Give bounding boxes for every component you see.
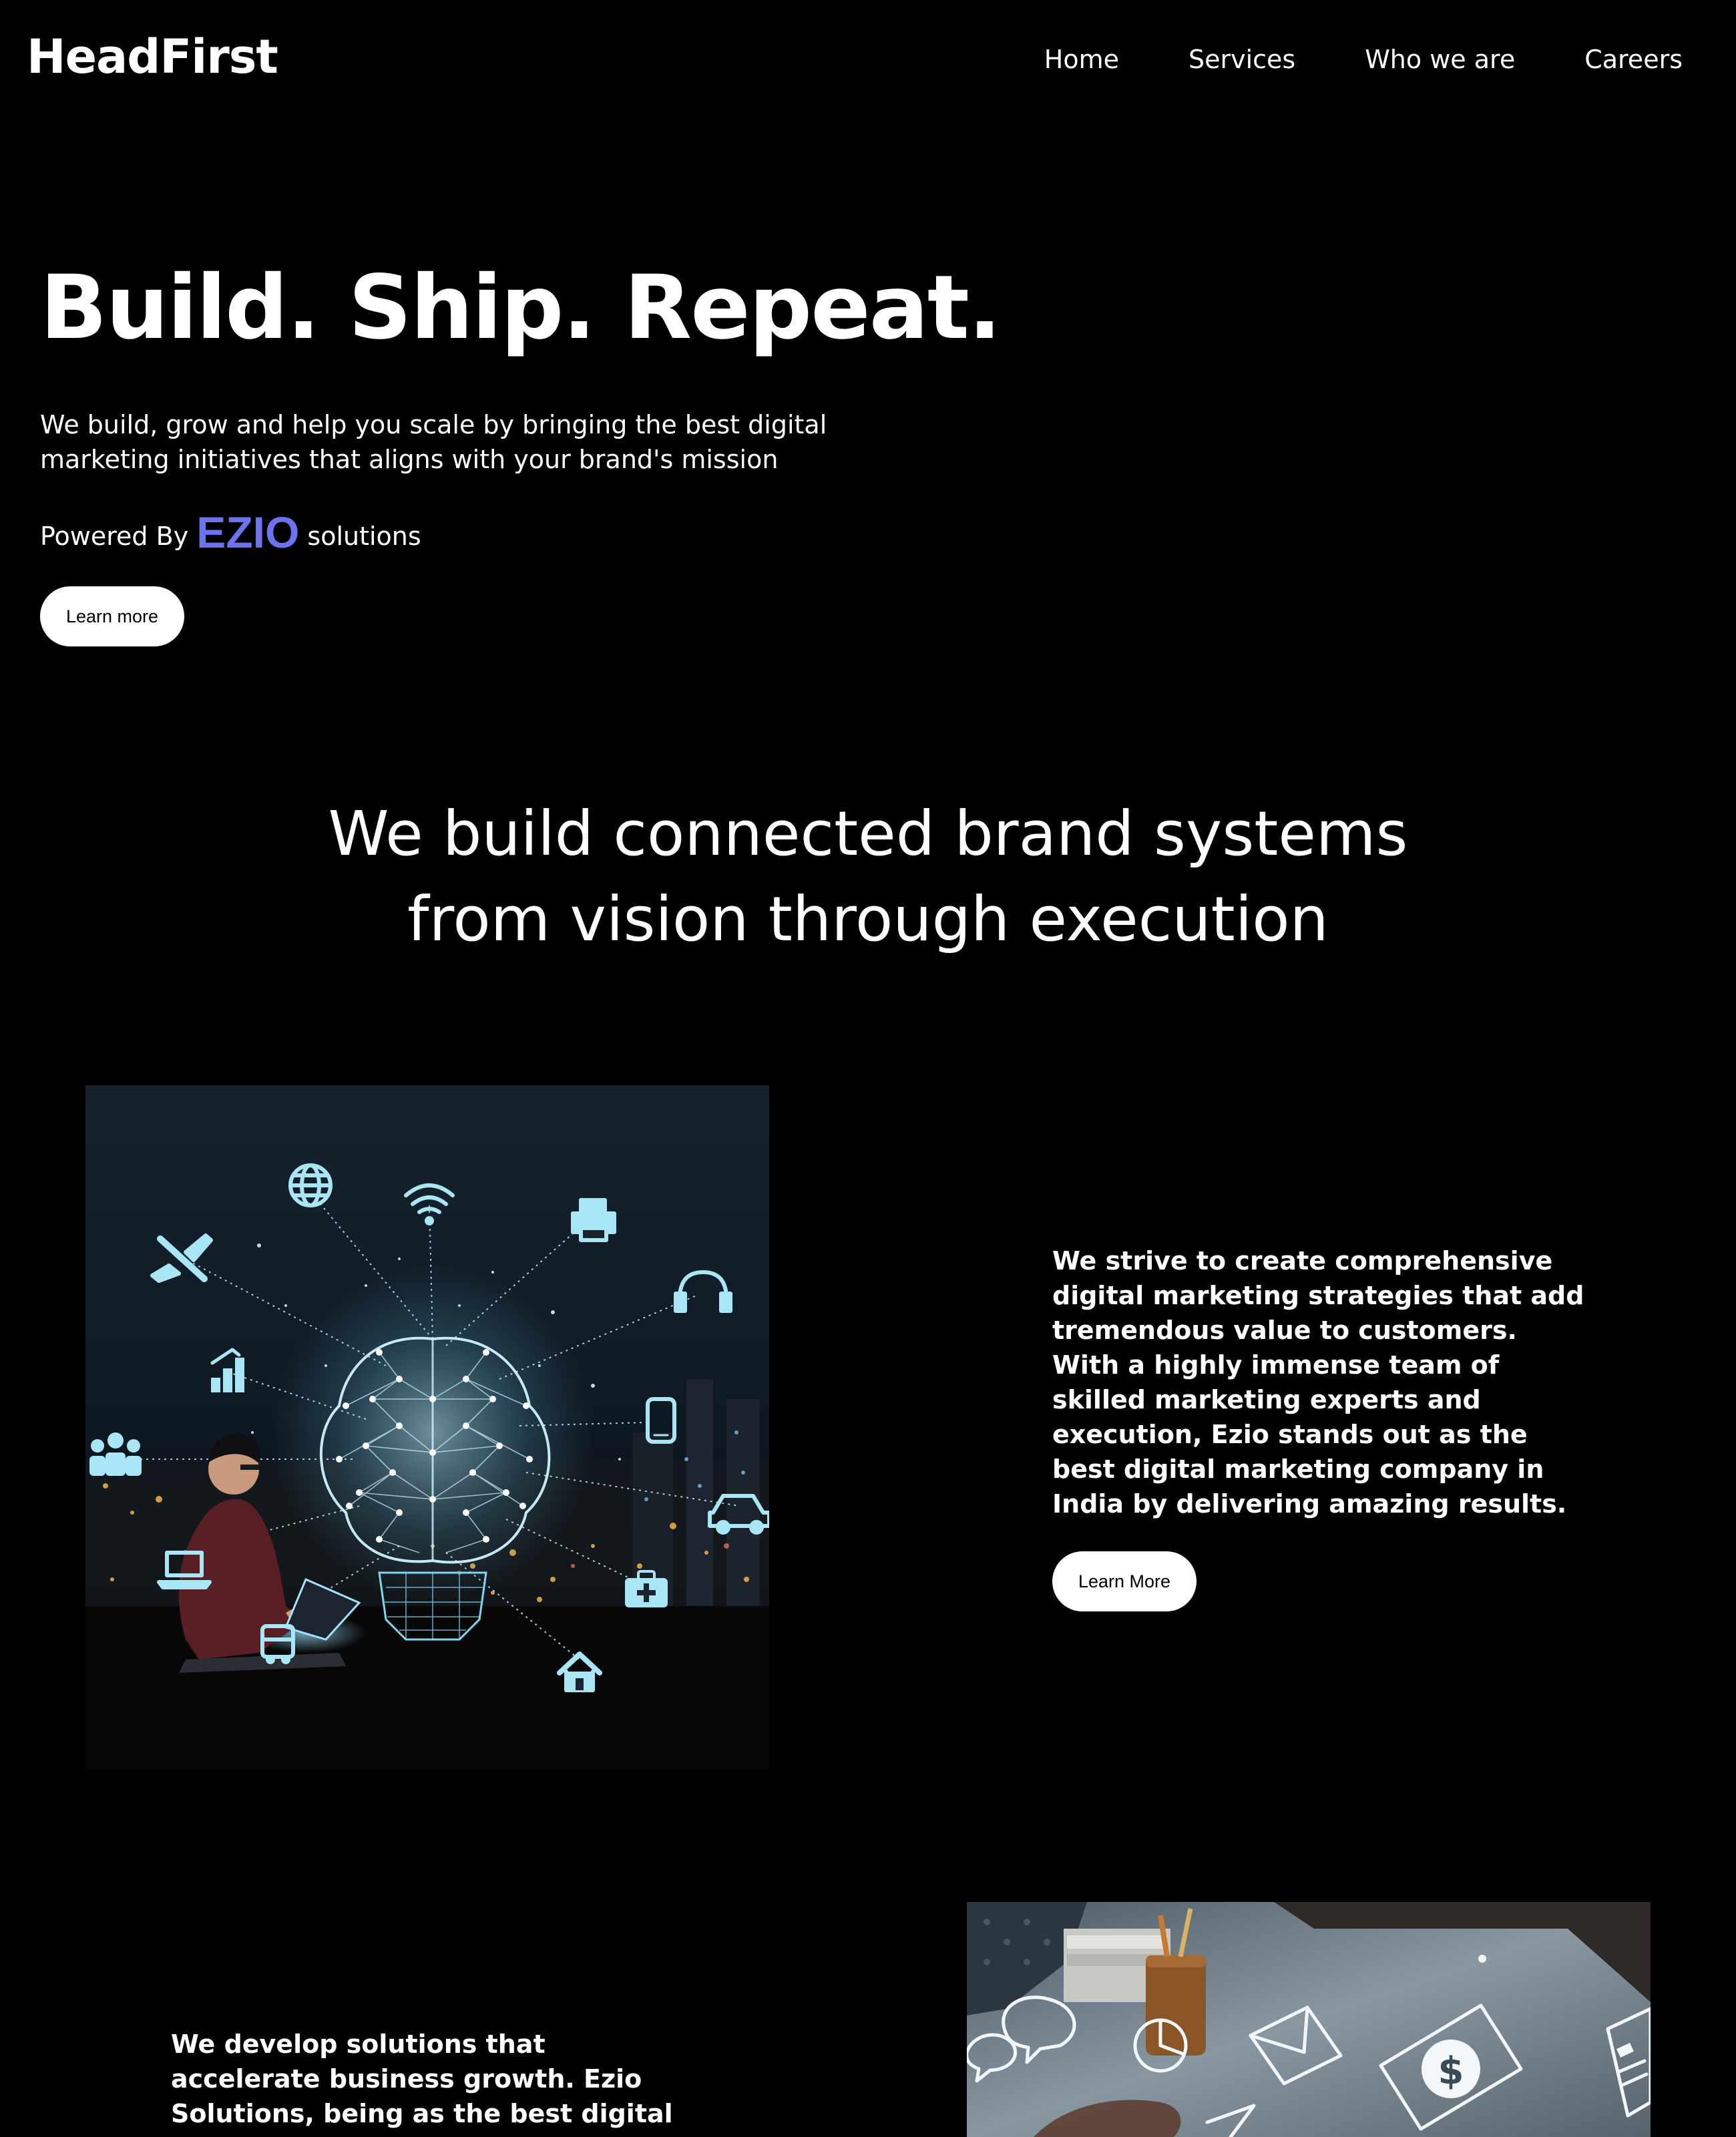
location-dot-icon	[1478, 1955, 1486, 1963]
nav-item-careers[interactable]: Careers	[1584, 47, 1683, 72]
powered-by: Powered By EZIO solutions	[40, 509, 421, 560]
ezio-brand-logo: EZIO	[196, 508, 300, 557]
powered-suffix: solutions	[307, 522, 421, 551]
powered-prefix: Powered By	[40, 522, 189, 551]
digital-brain-network-image	[85, 1085, 769, 1769]
svg-text:$: $	[1438, 2050, 1464, 2093]
nav-item-services[interactable]: Services	[1188, 47, 1295, 72]
nav-item-who-we-are[interactable]: Who we are	[1365, 47, 1515, 72]
site-logo[interactable]: HeadFirst	[27, 33, 278, 80]
section-title-line-1: We build connected brand systems	[328, 798, 1408, 869]
main-nav: Home Services Who we are Careers	[1044, 47, 1683, 72]
section-title-line-2: from vision through execution	[407, 884, 1329, 955]
feature-1-text: We strive to create comprehensive digita…	[1052, 1246, 1584, 1519]
hero-title: Build. Ship. Repeat.	[40, 256, 1002, 359]
feature-1-learn-more-button[interactable]: Learn More	[1052, 1551, 1197, 1611]
section-title: We build connected brand systems from vi…	[0, 791, 1736, 962]
nav-item-home[interactable]: Home	[1044, 47, 1119, 72]
hero-subtitle: We build, grow and help you scale by bri…	[40, 410, 827, 474]
feature-2-text: We develop solutions that accelerate bus…	[171, 2029, 673, 2137]
hero-learn-more-button[interactable]: Learn more	[40, 586, 184, 646]
desk-marketing-icons-image: $	[967, 1902, 1651, 2137]
